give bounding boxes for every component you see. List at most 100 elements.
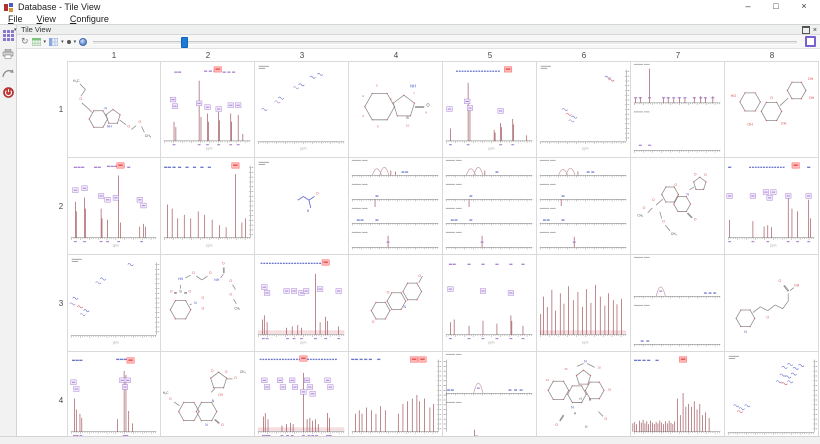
power-icon [3, 87, 14, 98]
close-button[interactable]: × [790, 0, 818, 14]
svg-text:6: 6 [390, 97, 392, 101]
menu-configure[interactable]: Configure [63, 14, 116, 24]
refresh-icon[interactable]: ↻ [21, 36, 29, 47]
dropdown-arrow-icon[interactable]: ▾ [44, 39, 47, 45]
svg-text:O: O [201, 296, 204, 300]
row-header-1: 1 [55, 61, 67, 158]
svg-text:ppm: ppm [206, 243, 213, 247]
tile-r2c7[interactable]: ONOOOOOCH₃OCH₃ [631, 158, 725, 255]
tile-thumbnail [537, 158, 630, 254]
svg-text:CH₃: CH₃ [145, 134, 152, 138]
svg-text:13: 13 [546, 378, 550, 382]
zoom-slider[interactable] [93, 37, 797, 46]
tile-view-button[interactable]: ▾ [2, 29, 15, 41]
tile-r4c4[interactable]: ppm [349, 352, 443, 437]
disconnect-button[interactable] [2, 86, 15, 98]
dropdown-arrow-icon[interactable]: ▾ [61, 39, 64, 45]
tile-r2c2[interactable]: ppm [161, 158, 255, 255]
tile-r2c3[interactable]: ON [255, 158, 349, 255]
tile-thumbnail: ppm [255, 352, 348, 437]
tile-r2c1[interactable]: ppm [67, 158, 161, 255]
tile-r3c1[interactable]: ppm [67, 255, 161, 352]
print-button[interactable] [2, 48, 15, 60]
table-view-button[interactable] [32, 36, 41, 47]
zoom-slider-track[interactable] [93, 41, 797, 45]
tile-r3c4[interactable]: ONOO [349, 255, 443, 352]
svg-text:H: H [580, 397, 583, 401]
curved-arrow-icon [2, 68, 14, 78]
column-header-4: 4 [349, 49, 443, 61]
tile-r1c7[interactable] [631, 61, 725, 158]
tile-r4c8[interactable]: ppm [725, 352, 819, 437]
selection-mode-button[interactable] [805, 36, 816, 47]
tile-thumbnail: HOOOHOHOHOH [725, 62, 818, 157]
options-dot-button[interactable] [67, 36, 71, 47]
tile-r2c6[interactable] [537, 158, 631, 255]
svg-text:5: 5 [376, 84, 378, 88]
tile-r4c1[interactable]: ppm [67, 352, 161, 437]
tile-r2c5[interactable] [443, 158, 537, 255]
tile-r1c4[interactable]: NH7O8S1054396 [349, 61, 443, 158]
tile-r4c3[interactable]: ppm [255, 352, 349, 437]
tile-thumbnail: ppm [537, 255, 630, 351]
svg-text:ppm: ppm [113, 243, 120, 247]
tile-r1c2[interactable]: ppm [161, 61, 255, 158]
sphere-icon[interactable] [79, 36, 87, 47]
svg-text:O: O [225, 370, 228, 374]
panel-close-icon[interactable]: × [813, 27, 817, 34]
menu-view[interactable]: View [30, 14, 63, 24]
tile-r1c5[interactable]: ppm [443, 61, 537, 158]
tile-r4c5[interactable] [443, 352, 537, 437]
svg-text:OH: OH [747, 123, 753, 127]
svg-text:O: O [229, 292, 232, 296]
column-header-3: 3 [255, 49, 349, 61]
tile-r3c2[interactable]: HNOONHOOOCH₃SOONOO [161, 255, 255, 352]
tile-r1c6[interactable]: ppm [537, 61, 631, 158]
tile-r1c8[interactable]: HOOOHOHOHOH [725, 61, 819, 158]
svg-text:N: N [212, 399, 215, 403]
tile-r3c6[interactable]: ppm [537, 255, 631, 352]
svg-text:N: N [205, 423, 208, 427]
tile-r3c8[interactable]: NOOHO [725, 255, 819, 352]
tile-r3c7[interactable] [631, 255, 725, 352]
tile-r3c5[interactable]: ppm [443, 255, 537, 352]
tile-style-button[interactable] [49, 36, 58, 47]
svg-text:O: O [127, 125, 130, 129]
tile-thumbnail: ppm [443, 255, 536, 351]
zoom-slider-handle[interactable] [181, 37, 188, 48]
svg-text:ppm: ppm [488, 340, 495, 344]
application-window: { "window": { "title": "Database - Tile … [0, 0, 820, 444]
tile-thumbnail: ppm [349, 352, 442, 437]
tile-r3c3[interactable]: ppm [255, 255, 349, 352]
svg-text:8: 8 [425, 110, 427, 114]
float-panel-icon[interactable] [802, 26, 810, 34]
tile-toolbar: ↻ ▾ ▾ ▾ [17, 35, 820, 49]
svg-text:HN: HN [178, 277, 183, 281]
maximize-button[interactable]: □ [762, 0, 790, 14]
tile-r2c4[interactable] [349, 158, 443, 255]
svg-text:O: O [770, 96, 773, 100]
tile-r1c3[interactable]: ppm [255, 61, 349, 158]
grid-corner [55, 49, 67, 61]
column-header-8: 8 [725, 49, 819, 61]
column-header-7: 7 [631, 49, 725, 61]
tile-r1c1[interactable]: H₃CONNHOOCH₃ [67, 61, 161, 158]
window-controls: – □ × [734, 0, 818, 14]
menu-file[interactable]: File [1, 14, 30, 24]
svg-text:O: O [418, 274, 421, 278]
svg-text:O: O [138, 120, 141, 124]
dropdown-arrow-icon[interactable]: ▾ [74, 39, 77, 45]
transfer-button[interactable] [2, 67, 15, 79]
svg-text:NH: NH [214, 278, 219, 282]
svg-text:O: O [778, 279, 781, 283]
svg-text:HO: HO [731, 94, 737, 98]
svg-text:O: O [604, 417, 607, 421]
svg-text:ppm: ppm [582, 340, 589, 344]
tile-r4c6[interactable]: NNOOHHHH13182015 [537, 352, 631, 437]
tile-r2c8[interactable]: ppm [725, 158, 819, 255]
tile-r4c7[interactable]: ppm [631, 352, 725, 437]
tile-thumbnail: ppm [537, 62, 630, 157]
minimize-button[interactable]: – [734, 0, 762, 14]
svg-text:O: O [222, 262, 225, 266]
tile-r4c2[interactable]: NNOH₃COOOCH₃OOH [161, 352, 255, 437]
